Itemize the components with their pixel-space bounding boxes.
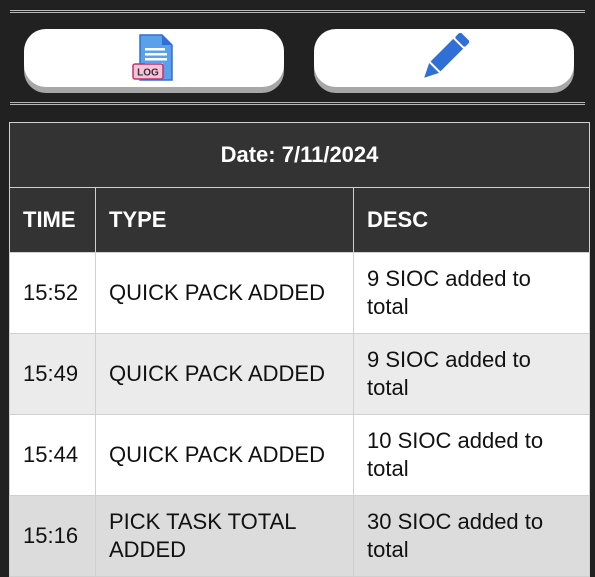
middle-divider bbox=[10, 102, 585, 105]
edit-button[interactable] bbox=[314, 29, 574, 87]
row-time: 15:52 bbox=[9, 252, 96, 334]
column-header-time: TIME bbox=[9, 187, 96, 253]
log-button[interactable]: LOG bbox=[24, 29, 284, 87]
pencil-icon bbox=[419, 33, 469, 83]
table-row[interactable]: 15:44 QUICK PACK ADDED 10 SIOC added to … bbox=[9, 414, 590, 496]
row-type: QUICK PACK ADDED bbox=[95, 333, 354, 415]
log-date-header: Date: 7/11/2024 bbox=[9, 122, 590, 188]
log-file-icon: LOG bbox=[132, 34, 176, 82]
table-row[interactable]: 15:49 QUICK PACK ADDED 9 SIOC added to t… bbox=[9, 333, 590, 415]
column-header-type: TYPE bbox=[95, 187, 354, 253]
row-type: QUICK PACK ADDED bbox=[95, 414, 354, 496]
row-time: 15:49 bbox=[9, 333, 96, 415]
column-header-desc: DESC bbox=[353, 187, 590, 253]
row-time: 15:44 bbox=[9, 414, 96, 496]
top-divider bbox=[10, 10, 585, 13]
table-row[interactable]: 15:52 QUICK PACK ADDED 9 SIOC added to t… bbox=[9, 252, 590, 334]
row-time: 15:16 bbox=[9, 495, 96, 577]
activity-log-table: Date: 7/11/2024 TIME TYPE DESC 15:52 QUI… bbox=[9, 122, 590, 577]
table-row[interactable]: 15:16 PICK TASK TOTAL ADDED 30 SIOC adde… bbox=[9, 495, 590, 577]
row-type: QUICK PACK ADDED bbox=[95, 252, 354, 334]
log-icon-label: LOG bbox=[137, 68, 159, 79]
row-desc: 10 SIOC added to total bbox=[353, 414, 590, 496]
row-type: PICK TASK TOTAL ADDED bbox=[95, 495, 354, 577]
row-desc: 30 SIOC added to total bbox=[353, 495, 590, 577]
row-desc: 9 SIOC added to total bbox=[353, 252, 590, 334]
row-desc: 9 SIOC added to total bbox=[353, 333, 590, 415]
